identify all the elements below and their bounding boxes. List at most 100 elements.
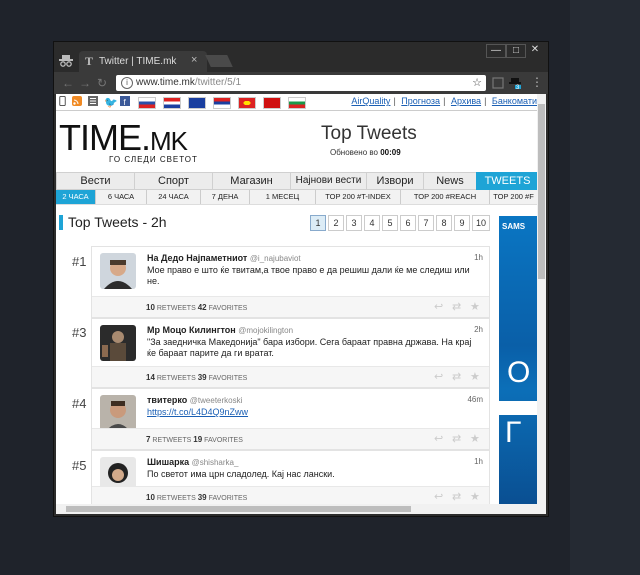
tab-favicon: T bbox=[85, 54, 94, 68]
reply-icon[interactable]: ↩ bbox=[434, 432, 443, 445]
tweet-text: Мое право е што ќе твитам,а твое право е… bbox=[147, 265, 470, 286]
page-10[interactable]: 10 bbox=[472, 215, 490, 231]
tweet-rank: #3 bbox=[72, 325, 87, 340]
menu-icon[interactable]: ⋮ bbox=[531, 75, 543, 89]
retweet-icon[interactable]: ⇄ bbox=[452, 300, 461, 313]
page-8[interactable]: 8 bbox=[436, 215, 452, 231]
nav-tweets[interactable]: TWEETS bbox=[476, 172, 539, 190]
close-window-button[interactable]: ✕ bbox=[526, 44, 544, 56]
site-tagline: ГО СЛЕДИ СВЕТОТ bbox=[109, 155, 198, 164]
tweet-time[interactable]: 46m bbox=[467, 395, 483, 404]
tweet-card: На Дедо Најпаметниот @i_najubaviot 1h Мо… bbox=[91, 246, 490, 318]
tweet-text: "За заедничка Македонија" бара избори. С… bbox=[147, 337, 472, 358]
reload-icon[interactable]: ↻ bbox=[97, 76, 107, 90]
page-9[interactable]: 9 bbox=[454, 215, 470, 231]
link-forecast[interactable]: Прогноза bbox=[401, 96, 440, 106]
tweet-time[interactable]: 1h bbox=[474, 457, 483, 466]
avatar[interactable] bbox=[100, 395, 136, 431]
tweet-author[interactable]: Мр Моцо Килингтон @mojokilington bbox=[147, 325, 293, 335]
tweet-rank: #4 bbox=[72, 396, 87, 411]
avatar[interactable] bbox=[100, 325, 136, 361]
tweet-author[interactable]: твитерко @tweeterkoski bbox=[147, 395, 242, 405]
twitter-icon[interactable]: 🐦 bbox=[104, 96, 118, 109]
section-marker bbox=[59, 215, 63, 230]
page-1[interactable]: 1 bbox=[310, 215, 326, 231]
flag-macedonia-icon[interactable] bbox=[238, 97, 256, 109]
rss-icon[interactable] bbox=[72, 96, 82, 106]
browser-tab[interactable]: T Twitter | TIME.mk × bbox=[79, 51, 207, 72]
range-7d[interactable]: 7 ДЕНА bbox=[201, 190, 250, 204]
minimize-button[interactable]: — bbox=[486, 44, 506, 58]
nav-news-en[interactable]: News bbox=[423, 172, 477, 190]
nav-latest[interactable]: Најнови вести bbox=[290, 172, 367, 190]
tweet-time[interactable]: 1h bbox=[474, 253, 483, 262]
link-archive[interactable]: Архива bbox=[451, 96, 481, 106]
tweet-rank: #1 bbox=[72, 254, 87, 269]
flag-bulgaria-icon[interactable] bbox=[288, 97, 306, 109]
nav-news-mk[interactable]: Вести bbox=[56, 172, 135, 190]
tweet-card: Шишарка @shisharka_ 1h По светот има црн… bbox=[91, 450, 490, 508]
horizontal-scroll-thumb[interactable] bbox=[66, 506, 411, 512]
browser-toolbar: ← → ↻ i www.time.mk/twitter/5/1 ☆ 3 ⋮ bbox=[54, 72, 548, 94]
list-icon[interactable] bbox=[88, 96, 98, 106]
page-7[interactable]: 7 bbox=[418, 215, 434, 231]
page-6[interactable]: 6 bbox=[400, 215, 416, 231]
favorite-icon[interactable]: ★ bbox=[470, 300, 480, 313]
page-2[interactable]: 2 bbox=[328, 215, 344, 231]
retweet-icon[interactable]: ⇄ bbox=[452, 432, 461, 445]
nav-sources[interactable]: Извори bbox=[366, 172, 424, 190]
link-atms[interactable]: Банкомати bbox=[492, 96, 537, 106]
facebook-icon[interactable]: f bbox=[120, 96, 130, 106]
samsung-ad-banner[interactable]: SAMS О Г bbox=[499, 216, 537, 504]
range-6h[interactable]: 6 ЧАСА bbox=[96, 190, 147, 204]
forward-icon[interactable]: → bbox=[79, 76, 91, 90]
favorite-icon[interactable]: ★ bbox=[470, 370, 480, 383]
page-3[interactable]: 3 bbox=[346, 215, 362, 231]
link-airquality[interactable]: AirQuality bbox=[351, 96, 390, 106]
address-bar[interactable]: i www.time.mk/twitter/5/1 ☆ bbox=[116, 75, 486, 91]
vertical-scroll-thumb[interactable] bbox=[538, 104, 545, 279]
retweet-icon[interactable]: ⇄ bbox=[452, 490, 461, 503]
new-tab-button[interactable] bbox=[205, 55, 233, 67]
reply-icon[interactable]: ↩ bbox=[434, 370, 443, 383]
tweet-stats: 10 RETWEETS 42 FAVORITES ↩ ⇄ ★ bbox=[92, 296, 489, 317]
tweet-author[interactable]: На Дедо Најпаметниот @i_najubaviot bbox=[147, 253, 301, 263]
tweet-author[interactable]: Шишарка @shisharka_ bbox=[147, 457, 238, 467]
flag-serbia-icon[interactable] bbox=[213, 97, 231, 109]
reply-icon[interactable]: ↩ bbox=[434, 490, 443, 503]
extension-icon[interactable] bbox=[492, 77, 504, 89]
maximize-button[interactable]: □ bbox=[506, 44, 526, 58]
reply-icon[interactable]: ↩ bbox=[434, 300, 443, 313]
horizontal-scrollbar[interactable] bbox=[56, 504, 546, 514]
updated-label: Обновено во 00:09 bbox=[330, 148, 401, 157]
top200-tindex[interactable]: TOP 200 #T-INDEX bbox=[316, 190, 401, 204]
tab-close-icon[interactable]: × bbox=[191, 54, 197, 66]
flag-slovenia-icon[interactable] bbox=[138, 97, 156, 109]
incognito-icon bbox=[59, 55, 73, 67]
bookmark-star-icon[interactable]: ☆ bbox=[472, 76, 482, 89]
range-2h[interactable]: 2 ЧАСА bbox=[56, 190, 96, 204]
page-5[interactable]: 5 bbox=[382, 215, 398, 231]
page-content: 🐦 f AirQuality | Прогноза | Архива | Банком… bbox=[56, 94, 546, 514]
range-1m[interactable]: 1 МЕСЕЦ bbox=[250, 190, 316, 204]
flag-bosnia-icon[interactable] bbox=[188, 97, 206, 109]
flag-croatia-icon[interactable] bbox=[163, 97, 181, 109]
favorite-icon[interactable]: ★ bbox=[470, 490, 480, 503]
back-icon[interactable]: ← bbox=[62, 76, 74, 90]
favorite-icon[interactable]: ★ bbox=[470, 432, 480, 445]
page-4[interactable]: 4 bbox=[364, 215, 380, 231]
top200-f[interactable]: TOP 200 #F bbox=[490, 190, 537, 204]
retweet-icon[interactable]: ⇄ bbox=[452, 370, 461, 383]
mobile-icon[interactable] bbox=[59, 96, 66, 106]
tweet-time[interactable]: 2h bbox=[474, 325, 483, 334]
tweet-link[interactable]: https://t.co/L4D4Q9nZww bbox=[147, 407, 477, 418]
vertical-scrollbar[interactable] bbox=[537, 94, 546, 504]
top200-reach[interactable]: TOP 200 #REACH bbox=[401, 190, 490, 204]
site-logo[interactable]: TIME.MK bbox=[59, 120, 188, 158]
nav-magazine[interactable]: Магазин bbox=[212, 172, 291, 190]
range-24h[interactable]: 24 ЧАСА bbox=[147, 190, 201, 204]
site-info-icon[interactable]: i bbox=[121, 77, 133, 89]
nav-sport[interactable]: Спорт bbox=[134, 172, 213, 190]
avatar[interactable] bbox=[100, 253, 136, 289]
flag-albania-icon[interactable] bbox=[263, 97, 281, 109]
